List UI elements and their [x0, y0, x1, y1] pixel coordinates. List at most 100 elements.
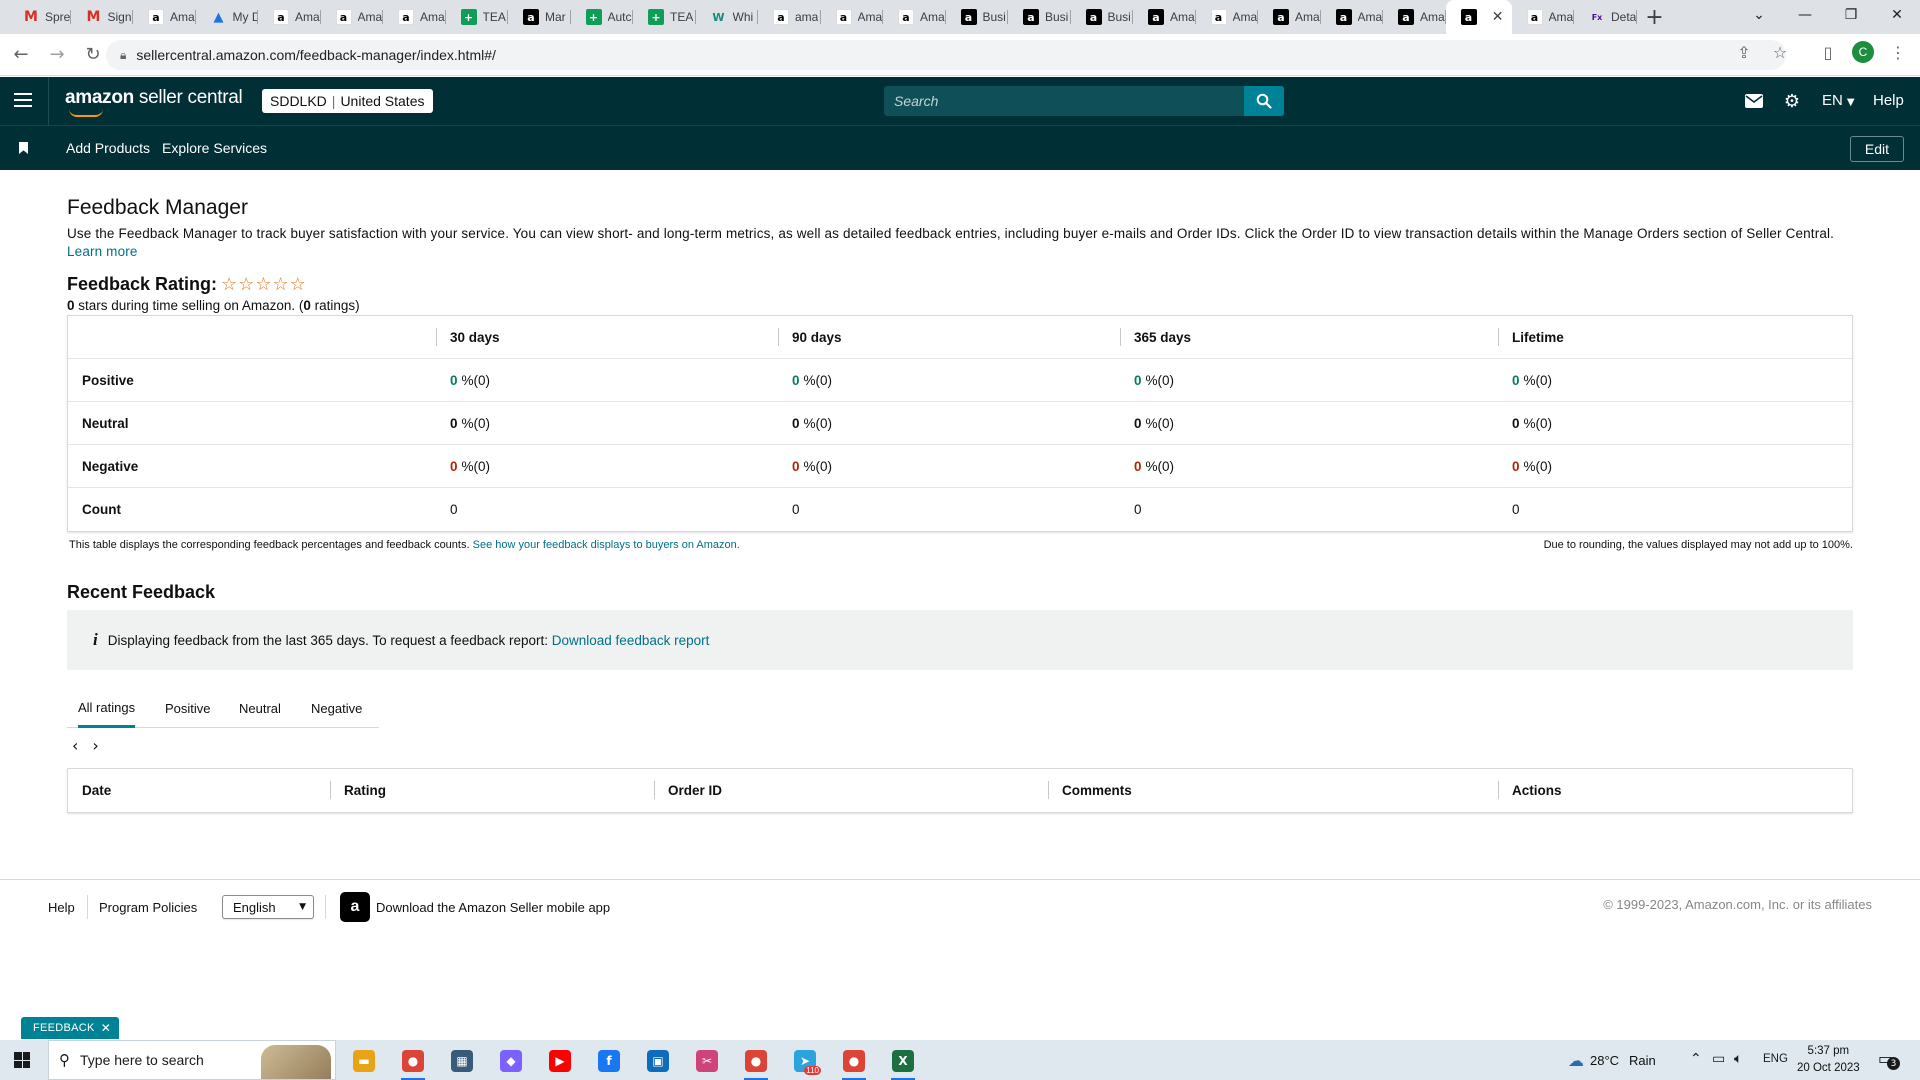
forward-icon[interactable]: →	[42, 40, 72, 70]
calculator-icon[interactable]: ▦	[442, 1045, 482, 1077]
close-window-icon[interactable]: ✕	[1874, 0, 1920, 30]
side-panel-icon[interactable]: ▯	[1816, 40, 1840, 64]
summary-cell: 0 %(0)	[450, 359, 490, 402]
browser-tab[interactable]: a Ama	[133, 0, 196, 34]
footer-help-link[interactable]: Help	[48, 900, 75, 915]
close-icon[interactable]: ✕	[101, 1021, 111, 1035]
amazon-icon: a	[273, 9, 289, 25]
store-icon[interactable]: ▣	[638, 1045, 678, 1077]
footer-language-select[interactable]: English ▼	[222, 895, 314, 919]
browser-tab[interactable]: a Ama	[1321, 0, 1384, 34]
search-button[interactable]	[1244, 86, 1284, 116]
browser-tab[interactable]: + Autc	[571, 0, 634, 34]
download-feedback-report-link[interactable]: Download feedback report	[552, 633, 710, 648]
tray-chevron-up-icon[interactable]: ⌃	[1690, 1051, 1702, 1067]
chrome-icon[interactable]: ●	[834, 1045, 874, 1080]
star-icon: ☆	[238, 273, 255, 295]
tab-neutral[interactable]: Neutral	[239, 690, 281, 727]
browser-tab[interactable]: a Ama	[1133, 0, 1196, 34]
minimize-icon[interactable]: —	[1782, 0, 1828, 30]
rating-text-a: stars during time selling on Amazon. (	[74, 298, 304, 313]
telegram-icon[interactable]: ➤ 110	[785, 1045, 825, 1077]
browser-tab[interactable]: a Busi	[1071, 0, 1134, 34]
see-feedback-display-link[interactable]: See how your feedback displays to buyers…	[473, 539, 740, 551]
taskbar-search-input[interactable]: ⚲ Type here to search	[48, 1040, 336, 1080]
browser-tab[interactable]: a Ama	[383, 0, 446, 34]
notification-icon[interactable]: ▭ 3	[1878, 1049, 1900, 1070]
explore-services-link[interactable]: Explore Services	[162, 140, 267, 156]
chrome-icon[interactable]: ●	[736, 1045, 776, 1080]
windows-start-icon[interactable]	[14, 1052, 30, 1068]
store-switcher[interactable]: SDDLKD | United States	[262, 89, 433, 113]
facebook-icon[interactable]: f	[589, 1045, 629, 1077]
browser-tab[interactable]: a ✕	[1445, 0, 1512, 34]
browser-tab[interactable]: a Ama	[883, 0, 946, 34]
tab-all-ratings[interactable]: All ratings	[78, 690, 136, 728]
system-clock[interactable]: 5:37 pm 20 Oct 2023	[1797, 1043, 1860, 1077]
add-products-link[interactable]: Add Products	[66, 140, 150, 156]
browser-tab[interactable]: M Sign	[71, 0, 134, 34]
browser-tab[interactable]: a Ama	[1258, 0, 1321, 34]
input-language[interactable]: ENG	[1763, 1053, 1788, 1065]
close-tab-icon[interactable]: ✕	[1492, 9, 1504, 25]
browser-tab[interactable]: ▲ My D	[196, 0, 259, 34]
tab-positive[interactable]: Positive	[165, 690, 211, 727]
seller-app-icon[interactable]: a	[340, 892, 370, 922]
bookmark-star-icon[interactable]: ☆	[1768, 40, 1792, 64]
tab-negative[interactable]: Negative	[311, 690, 362, 727]
browser-tab[interactable]: a Ama	[258, 0, 321, 34]
browser-tab[interactable]: a ama	[758, 0, 821, 34]
header-search-input[interactable]: Search	[884, 86, 1244, 116]
language-switcher[interactable]: EN ▼	[1822, 92, 1855, 109]
browser-tab[interactable]: a Busi	[946, 0, 1009, 34]
browser-tab[interactable]: M Spre	[8, 0, 71, 34]
share-icon[interactable]: ⇪	[1732, 40, 1756, 64]
browser-menu-icon[interactable]: ⋮	[1886, 40, 1910, 64]
browser-tab[interactable]: W Whi	[696, 0, 759, 34]
browser-tab[interactable]: a Ama	[1512, 0, 1575, 34]
back-icon[interactable]: ←	[6, 40, 36, 70]
feedback-widget-button[interactable]: FEEDBACK ✕	[21, 1017, 120, 1039]
file-explorer-icon[interactable]: ▬	[344, 1045, 384, 1077]
browser-tab[interactable]: a Ama	[821, 0, 884, 34]
chevron-left-icon[interactable]: ‹	[72, 736, 78, 755]
help-link[interactable]: Help	[1873, 92, 1904, 109]
network-icon[interactable]: ▭	[1712, 1051, 1725, 1067]
browser-tab[interactable]: a Ama	[321, 0, 384, 34]
youtube-icon[interactable]: ▶	[540, 1045, 580, 1077]
address-bar[interactable]: 🔒︎ sellercentral.amazon.com/feedback-man…	[106, 40, 1786, 70]
profile-avatar[interactable]: C	[1852, 41, 1874, 63]
learn-more-link[interactable]: Learn more	[67, 244, 138, 259]
weather-widget[interactable]: ☁ 28°C Rain	[1568, 1051, 1656, 1070]
browser-tab-title: Autc	[607, 10, 632, 24]
restore-icon[interactable]: ❐	[1828, 0, 1874, 30]
summary-cell: 0 %(0)	[1134, 402, 1174, 445]
chevron-right-icon[interactable]: ›	[92, 736, 98, 755]
copilot-icon[interactable]: ◆	[491, 1045, 531, 1077]
browser-tab[interactable]: a Ama	[1196, 0, 1259, 34]
chrome-icon[interactable]: ●	[393, 1045, 433, 1080]
browser-tab[interactable]: a Busi	[1008, 0, 1071, 34]
browser-tab[interactable]: Fx Deta	[1574, 0, 1637, 34]
browser-toolbar: ← → ↻ 🔒︎ sellercentral.amazon.com/feedba…	[0, 34, 1920, 76]
sheets-icon: +	[648, 9, 664, 25]
new-tab-icon[interactable]: +	[1637, 0, 1673, 34]
snipping-tool-icon[interactable]: ✂	[687, 1045, 727, 1077]
volume-icon[interactable]: 🔈︎	[1734, 1051, 1742, 1067]
browser-tab[interactable]: + TEA	[633, 0, 696, 34]
tab-search-icon[interactable]: ⌄	[1736, 0, 1782, 30]
rating-filter-tabs: All ratings Positive Neutral Negative	[67, 690, 379, 728]
mail-icon[interactable]	[1742, 89, 1766, 113]
seller-central-logo[interactable]: amazon seller central	[65, 87, 243, 117]
edit-nav-button[interactable]: Edit	[1849, 136, 1904, 162]
program-policies-link[interactable]: Program Policies	[99, 900, 197, 915]
download-app-link[interactable]: Download the Amazon Seller mobile app	[376, 900, 610, 915]
hamburger-menu-icon[interactable]	[14, 93, 32, 107]
browser-tab[interactable]: + TEA	[446, 0, 509, 34]
settings-gear-icon[interactable]: ⚙	[1780, 89, 1804, 113]
browser-tab[interactable]: a Mar	[508, 0, 571, 34]
excel-icon[interactable]: X	[883, 1045, 923, 1080]
browser-tab[interactable]: a Ama	[1383, 0, 1446, 34]
reload-icon[interactable]: ↻	[78, 40, 108, 70]
bookmark-icon[interactable]	[19, 142, 28, 154]
